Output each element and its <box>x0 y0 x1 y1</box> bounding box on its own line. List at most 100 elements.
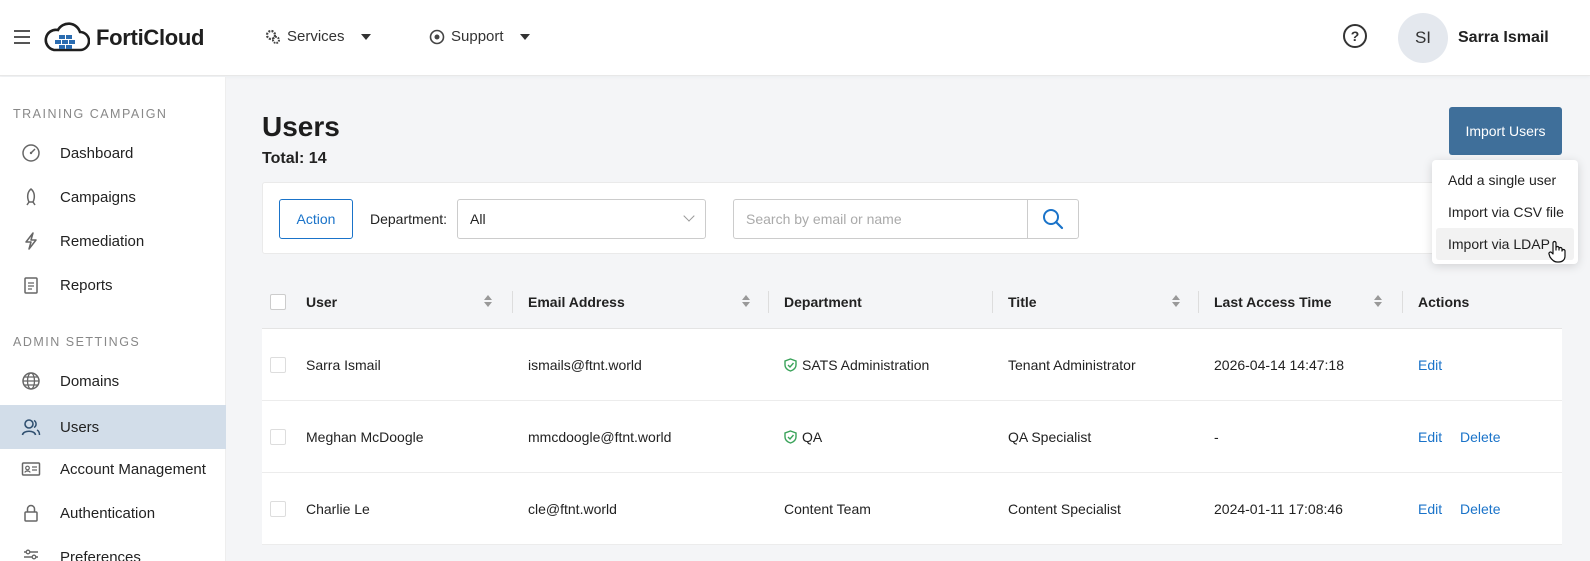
users-table: User Email Address Department Title Last… <box>262 275 1562 545</box>
table-row: Sarra Ismail ismails@ftnt.world SATS Adm… <box>262 329 1562 401</box>
sidebar-item-preferences[interactable]: Preferences <box>0 537 226 561</box>
sidebar-item-campaigns[interactable]: Campaigns <box>0 177 226 217</box>
sidebar-item-label: Account Management <box>60 460 206 478</box>
sidebar-item-dashboard[interactable]: Dashboard <box>0 133 226 173</box>
avatar[interactable]: SI <box>1398 13 1448 63</box>
cloud-logo-icon <box>44 22 90 52</box>
column-divider <box>992 291 993 313</box>
sidebar-item-domains[interactable]: Domains <box>0 361 226 401</box>
cell-last-access: 2026-04-14 14:47:18 <box>1214 357 1344 373</box>
sidebar-item-users[interactable]: Users <box>0 405 226 449</box>
sidebar-item-reports[interactable]: Reports <box>0 265 226 305</box>
sidebar-item-account-management[interactable]: Account Management <box>0 449 226 489</box>
delete-link[interactable]: Delete <box>1460 429 1500 445</box>
cell-user: Sarra Ismail <box>306 357 381 373</box>
select-all-checkbox[interactable] <box>270 294 286 310</box>
column-divider <box>512 291 513 313</box>
sidebar-item-label: Authentication <box>60 504 156 522</box>
cell-user: Charlie Le <box>306 501 370 517</box>
action-button[interactable]: Action <box>279 199 353 239</box>
verified-shield-icon <box>784 430 797 444</box>
menu-item-add-single-user[interactable]: Add a single user <box>1436 164 1574 196</box>
filter-bar: Action Department: All <box>262 182 1562 254</box>
id-card-icon <box>20 458 42 480</box>
cell-user: Meghan McDoogle <box>306 429 424 445</box>
edit-link[interactable]: Edit <box>1418 357 1442 373</box>
sidebar-item-label: Domains <box>60 372 120 390</box>
search-icon <box>1043 209 1064 230</box>
nav-services[interactable]: Services <box>265 28 371 45</box>
user-name[interactable]: Sarra Ismail <box>1458 29 1549 47</box>
cell-actions: Edit <box>1418 329 1456 401</box>
row-checkbox[interactable] <box>270 357 286 373</box>
column-header-title[interactable]: Title <box>1008 275 1037 329</box>
nav-support-label: Support <box>451 28 504 45</box>
top-header: FortiCloud Services Support ? SI Sarra I… <box>0 0 1590 76</box>
lock-icon <box>20 502 42 524</box>
sidebar-heading-admin-settings: ADMIN SETTINGS <box>13 335 141 349</box>
column-header-last-access[interactable]: Last Access Time <box>1214 275 1332 329</box>
dashboard-icon <box>20 142 42 164</box>
verified-shield-icon <box>784 358 797 372</box>
help-icon[interactable]: ? <box>1343 24 1367 48</box>
cell-title: Content Specialist <box>1008 501 1121 517</box>
sidebar-item-label: Campaigns <box>60 188 136 206</box>
column-header-user[interactable]: User <box>306 275 337 329</box>
support-icon <box>429 29 445 44</box>
logo-text: FortiCloud <box>96 25 205 50</box>
sidebar-item-label: Reports <box>60 276 113 294</box>
department-label: Department: <box>370 211 448 227</box>
column-header-email[interactable]: Email Address <box>528 275 625 329</box>
gears-icon <box>265 29 280 44</box>
cell-title: Tenant Administrator <box>1008 357 1136 373</box>
globe-icon <box>20 370 42 392</box>
cell-last-access: - <box>1214 429 1219 445</box>
rocket-icon <box>20 186 42 208</box>
column-divider <box>1402 291 1403 313</box>
edit-link[interactable]: Edit <box>1418 501 1442 517</box>
column-divider <box>768 291 769 313</box>
hand-cursor-icon <box>1548 240 1566 263</box>
sidebar: TRAINING CAMPAIGN Dashboard Campaigns Re… <box>0 77 226 561</box>
sidebar-item-label: Remediation <box>60 232 145 250</box>
cell-email: ismails@ftnt.world <box>528 357 642 373</box>
clipboard-icon <box>20 274 42 296</box>
cell-title: QA Specialist <box>1008 429 1092 445</box>
page-title: Users <box>262 111 340 142</box>
total-count: Total: 14 <box>262 150 327 167</box>
delete-link[interactable]: Delete <box>1460 501 1500 517</box>
column-header-department: Department <box>784 294 862 310</box>
menu-item-import-csv[interactable]: Import via CSV file <box>1436 196 1574 228</box>
cell-last-access: 2024-01-11 17:08:46 <box>1214 501 1343 517</box>
lightning-icon <box>20 230 42 252</box>
cell-department: SATS Administration <box>784 329 929 401</box>
sidebar-item-label: Preferences <box>60 548 141 561</box>
hamburger-menu-icon[interactable] <box>14 30 30 44</box>
department-select[interactable]: All <box>457 199 706 239</box>
department-selected-value: All <box>470 211 486 227</box>
column-header-actions: Actions <box>1418 294 1470 310</box>
cell-actions: Edit Delete <box>1418 401 1514 473</box>
row-checkbox[interactable] <box>270 501 286 517</box>
table-row: Meghan McDoogle mmcdoogle@ftnt.world QA … <box>262 401 1562 473</box>
nav-support[interactable]: Support <box>429 28 530 45</box>
sliders-icon <box>20 546 42 561</box>
search-button[interactable] <box>1027 199 1079 239</box>
sidebar-item-authentication[interactable]: Authentication <box>0 493 226 533</box>
edit-link[interactable]: Edit <box>1418 429 1442 445</box>
row-checkbox[interactable] <box>270 429 286 445</box>
users-icon <box>20 416 42 438</box>
chevron-down-icon <box>360 33 371 40</box>
import-users-button[interactable]: Import Users <box>1449 107 1562 155</box>
column-divider <box>1198 291 1199 313</box>
cell-email: mmcdoogle@ftnt.world <box>528 429 672 445</box>
nav-services-label: Services <box>287 28 345 45</box>
sidebar-item-label: Users <box>60 418 100 436</box>
forticloud-logo[interactable]: FortiCloud <box>42 22 205 54</box>
table-header: User Email Address Department Title Last… <box>262 275 1562 329</box>
cell-department: Content Team <box>784 501 871 517</box>
search-input[interactable] <box>733 199 1027 239</box>
sidebar-item-remediation[interactable]: Remediation <box>0 221 226 261</box>
chevron-down-icon <box>519 33 530 40</box>
sidebar-heading-training-campaign: TRAINING CAMPAIGN <box>13 107 168 121</box>
